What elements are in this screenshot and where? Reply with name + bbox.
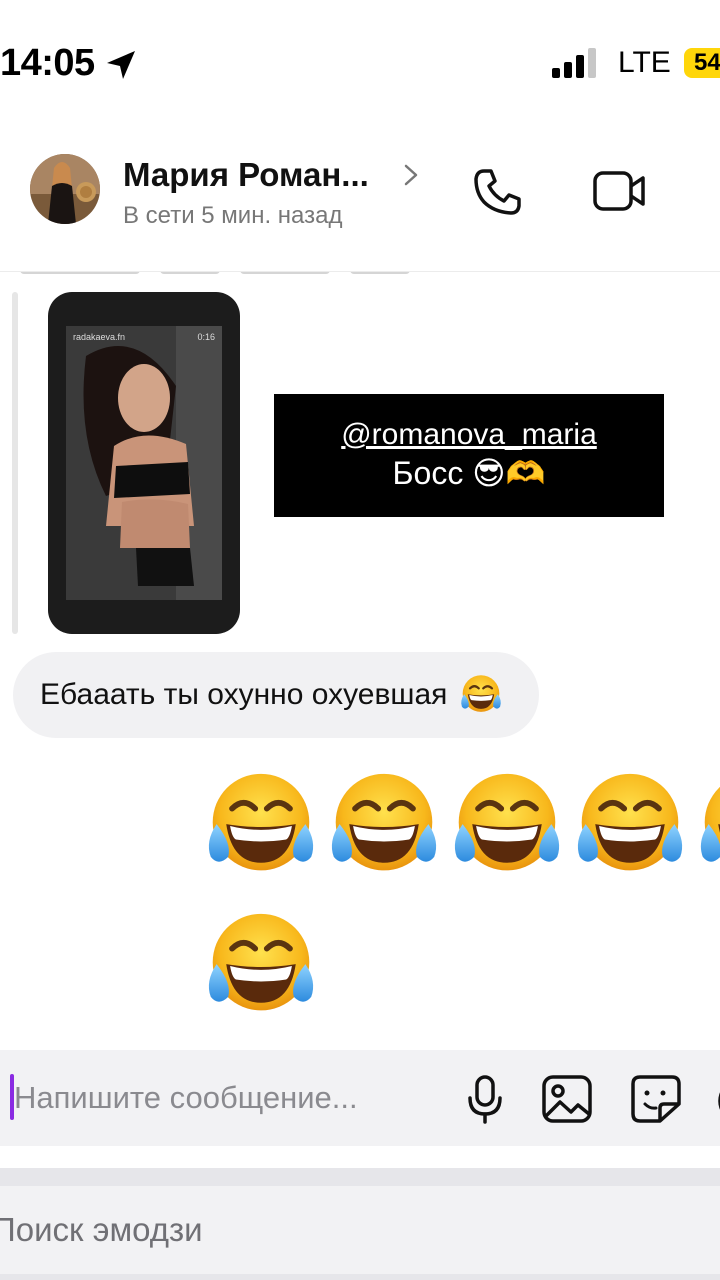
- tears-of-joy-emoji: [459, 673, 503, 717]
- message-input[interactable]: [14, 1072, 434, 1124]
- contact-name[interactable]: Мария Роман...: [123, 156, 369, 194]
- chat-header: Мария Роман... В сети 5 мин. назад: [0, 140, 720, 272]
- story-image: [66, 326, 222, 600]
- incoming-message-bubble[interactable]: Ебааать ты охунно охуевшая: [13, 652, 540, 738]
- story-photo: radakaeva.fn 0:16: [66, 326, 222, 600]
- tears-of-joy-emoji: [326, 770, 442, 882]
- status-time: 14:05: [0, 42, 95, 84]
- status-bar: 14:05 LTE 54: [0, 0, 720, 110]
- video-camera-icon[interactable]: [592, 166, 648, 216]
- signal-icon: [552, 48, 596, 78]
- tears-of-joy-emoji: [572, 770, 688, 882]
- emoji-search-input[interactable]: [0, 1186, 720, 1274]
- tears-of-joy-emoji: [203, 910, 319, 1022]
- network-type: LTE: [618, 46, 671, 79]
- mention-text: Босс 😎🫶: [392, 455, 546, 491]
- mention-handle[interactable]: @romanova_maria: [274, 418, 664, 452]
- avatar[interactable]: [30, 154, 100, 224]
- sticker-icon[interactable]: [630, 1074, 682, 1124]
- battery-indicator: 54: [684, 48, 720, 78]
- phone-icon[interactable]: [472, 166, 524, 218]
- microphone-icon[interactable]: [464, 1074, 506, 1124]
- story-username: radakaeva.fn: [73, 332, 126, 342]
- more-icon[interactable]: [714, 1086, 720, 1116]
- message-composer: [0, 1050, 720, 1146]
- image-gallery-icon[interactable]: [541, 1074, 593, 1124]
- story-mention-sticker: @romanova_maria Босс 😎🫶: [274, 394, 664, 517]
- chat-messages[interactable]: radakaeva.fn 0:16 @romanova_maria Босс 😎…: [0, 272, 720, 1050]
- chevron-right-icon[interactable]: [400, 162, 422, 188]
- emoji-panel: [0, 1168, 720, 1280]
- message-text: Ебааать ты охунно охуевшая: [40, 678, 448, 711]
- contact-status: В сети 5 мин. назад: [123, 202, 343, 229]
- tears-of-joy-emoji: [449, 770, 565, 882]
- reply-indicator-bar: [12, 292, 18, 634]
- tears-of-joy-emoji: [203, 770, 319, 882]
- tears-of-joy-emoji: [695, 770, 720, 882]
- cut-off-text: [20, 272, 410, 274]
- story-duration: 0:16: [197, 332, 215, 342]
- location-arrow-icon: [107, 51, 135, 79]
- story-preview[interactable]: radakaeva.fn 0:16: [48, 292, 240, 634]
